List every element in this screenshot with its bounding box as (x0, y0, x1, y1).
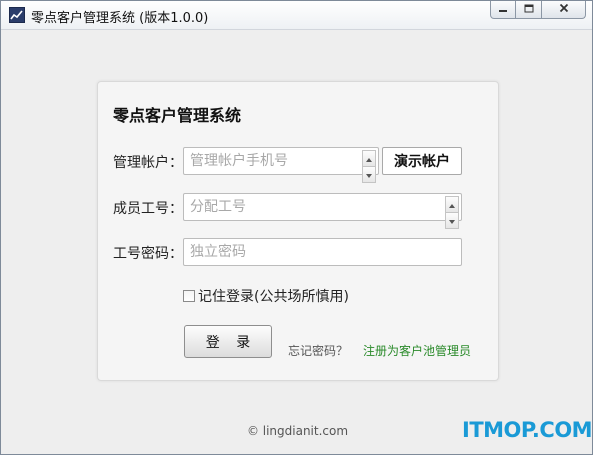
caret-up-icon (449, 197, 455, 212)
member-id-field (183, 193, 462, 229)
minimize-button[interactable] (490, 1, 516, 19)
close-icon (559, 2, 569, 17)
caret-up-icon (366, 151, 372, 166)
account-field (183, 147, 379, 183)
password-field (183, 238, 462, 266)
remember-login[interactable]: 记住登录(公共场所慎用) (183, 286, 349, 306)
caret-down-icon (366, 167, 372, 182)
member-id-label: 成员工号： (113, 201, 183, 217)
spin-up-button[interactable] (362, 150, 376, 167)
spin-down-button[interactable] (445, 213, 459, 229)
close-button[interactable] (542, 1, 586, 19)
site-watermark: ITMOP.COM (462, 418, 593, 442)
demo-account-button[interactable]: 演示帐户 (382, 147, 462, 175)
account-input[interactable] (184, 148, 362, 174)
member-id-input[interactable] (184, 194, 444, 220)
spin-up-button[interactable] (445, 196, 459, 213)
app-window: 零点客户管理系统 (版本1.0.0) 零点客户管理系统 管理帐户： 管理帐户手机… (0, 0, 593, 455)
remember-label: 记住登录(公共场所慎用) (198, 289, 349, 305)
member-id-spinner[interactable] (445, 196, 459, 229)
login-panel: 零点客户管理系统 管理帐户： 演示帐户 成员工号： (97, 81, 499, 381)
maximize-icon (524, 2, 534, 17)
caret-down-icon (449, 213, 455, 228)
login-button[interactable]: 登 录 (184, 325, 272, 358)
window-controls (490, 1, 586, 21)
chart-line-icon (9, 7, 25, 23)
register-admin-link[interactable]: 注册为客户池管理员 (363, 342, 471, 359)
window-title: 零点客户管理系统 (版本1.0.0) (31, 11, 209, 26)
forgot-password-link[interactable]: 忘记密码？ (288, 342, 348, 359)
remember-checkbox[interactable] (183, 290, 195, 302)
password-label: 工号密码： (113, 246, 183, 262)
account-spinner[interactable] (362, 150, 376, 183)
minimize-icon (498, 2, 508, 17)
password-input[interactable] (184, 239, 461, 265)
login-heading: 零点客户管理系统 (113, 106, 242, 125)
maximize-button[interactable] (516, 1, 542, 19)
title-bar[interactable]: 零点客户管理系统 (版本1.0.0) (1, 1, 592, 30)
account-label: 管理帐户： (113, 155, 183, 171)
spin-down-button[interactable] (362, 167, 376, 183)
